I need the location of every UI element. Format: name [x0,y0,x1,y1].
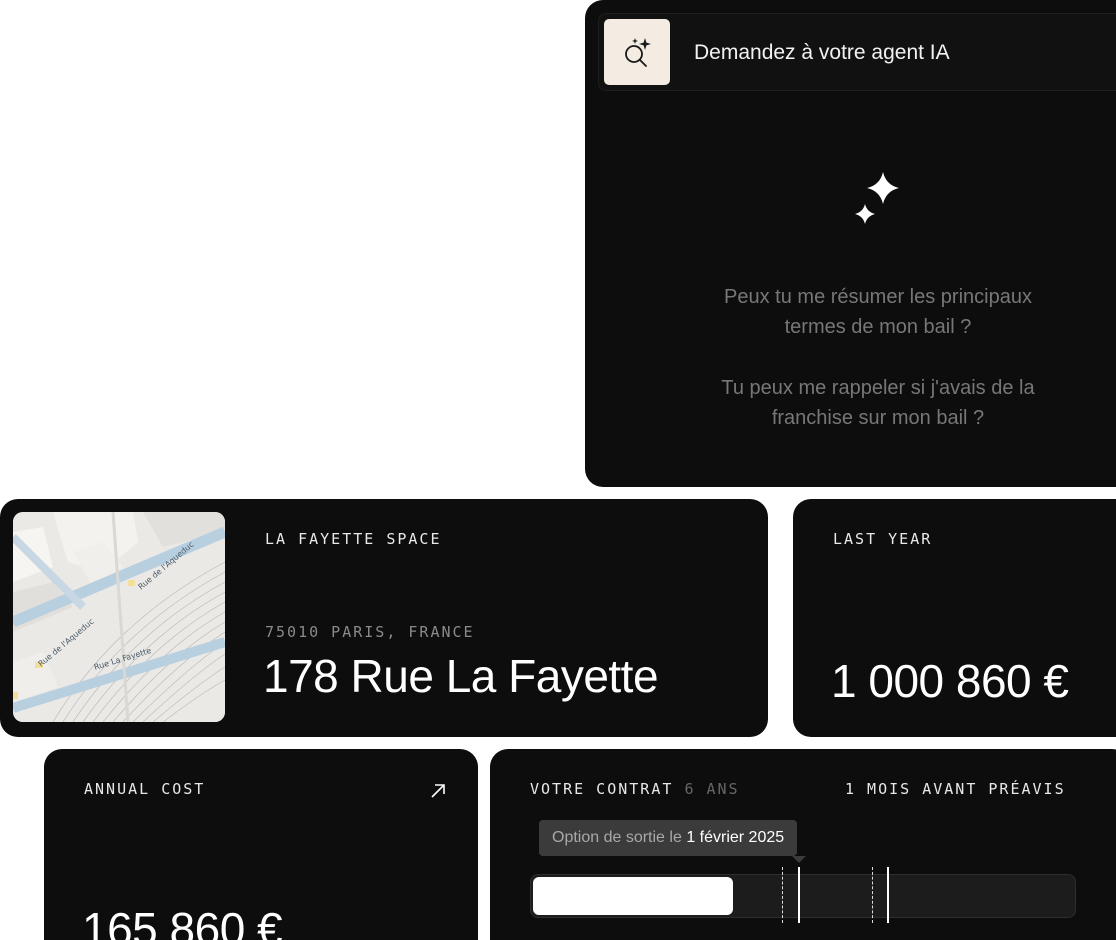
last-year-card[interactable]: LAST YEAR 1 000 860 € [793,499,1116,737]
suggestion-item[interactable]: Tu peux me rappeler si j'avais de la fra… [693,373,1063,433]
timeline-marker-dashed [782,867,783,923]
timeline-progress [533,877,733,915]
last-year-value: 1 000 860 € [831,655,1069,707]
annual-cost-label: ANNUAL COST [84,780,206,798]
city-label: 75010 PARIS, FRANCE [265,623,475,641]
arrow-up-right-icon[interactable] [429,782,447,800]
contract-duration: 6 ANS [684,780,740,798]
annual-cost-card[interactable]: ANNUAL COST 165 860 € [44,749,478,940]
ai-icon-button[interactable] [604,19,670,85]
suggestion-item[interactable]: Peux tu me résumer les principaux termes… [693,282,1063,342]
ai-agent-card: Demandez à votre agent IA Peux tu me rés… [585,0,1116,487]
contract-title: VOTRE CONTRAT 6 ANS [530,780,740,798]
notice-period: 1 MOIS AVANT PRÉAVIS [845,780,1066,798]
tooltip-prefix: Option de sortie le [552,829,682,846]
timeline-marker[interactable] [887,867,889,923]
timeline-marker-dashed [872,867,873,923]
exit-option-tooltip: Option de sortie le 1 février 2025 [539,820,798,856]
sparkle-icon [855,172,899,224]
ai-agent-input[interactable]: Demandez à votre agent IA [598,13,1116,91]
contract-title-label: VOTRE CONTRAT [530,780,674,798]
timeline-marker-exit[interactable] [798,867,800,923]
space-name: LA FAYETTE SPACE [265,530,442,548]
contract-card: VOTRE CONTRAT 6 ANS 1 MOIS AVANT PRÉAVIS… [490,749,1116,940]
contract-timeline[interactable] [530,867,1076,923]
annual-cost-value: 165 860 € [82,903,283,940]
tooltip-date: 1 février 2025 [686,829,785,846]
map-image: Rue de l'Aqueduc Rue de l'Aqueduc Rue La… [13,512,225,722]
street-address: 178 Rue La Fayette [263,650,659,702]
sparkle-search-icon [625,38,651,67]
last-year-label: LAST YEAR [833,530,933,548]
map-thumbnail[interactable]: Rue de l'Aqueduc Rue de l'Aqueduc Rue La… [13,512,225,722]
property-address-card[interactable]: Rue de l'Aqueduc Rue de l'Aqueduc Rue La… [0,499,768,737]
tooltip-pointer [792,856,806,863]
ai-agent-prompt-label: Demandez à votre agent IA [694,41,950,64]
